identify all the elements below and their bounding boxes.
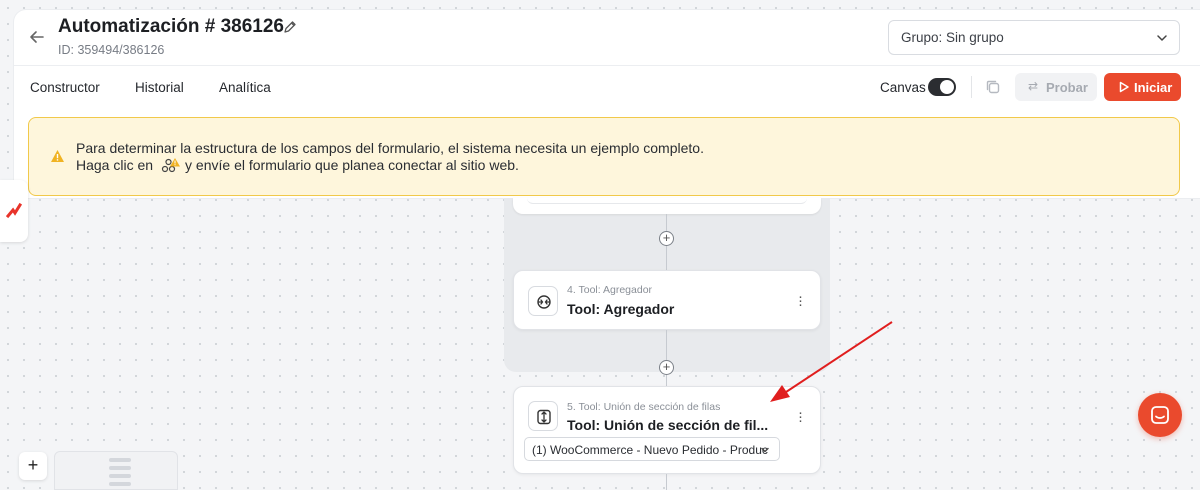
zoom-in-button[interactable]: + (19, 452, 47, 480)
connector-line (666, 474, 667, 490)
toolbar-separator (971, 76, 972, 98)
add-step-plus-icon[interactable]: + (659, 360, 674, 375)
group-select-value: Grupo: Sin grupo (901, 30, 1004, 45)
canvas-toggle[interactable] (928, 78, 956, 96)
chat-icon (1151, 406, 1169, 424)
node-step-label: 4. Tool: Agregador (567, 284, 653, 296)
alert-line-1: Para determinar la estructura de los cam… (76, 140, 704, 156)
tab-historial[interactable]: Historial (135, 80, 184, 95)
source-select[interactable]: (1) WooCommerce - Nuevo Pedido - Produc (524, 437, 780, 461)
alert-line-2-end: y envíe el formulario que planea conecta… (185, 157, 519, 173)
chevron-down-icon (1155, 31, 1169, 45)
chevron-down-icon (759, 444, 771, 459)
node-title: Tool: Unión de sección de fil... (567, 417, 769, 433)
page-title: Automatización # 386126 (58, 16, 284, 37)
form-structure-alert: Para determinar la estructura de los cam… (28, 117, 1180, 196)
copy-icon[interactable] (984, 78, 1002, 96)
annotation-arrow (770, 321, 893, 402)
probar-button[interactable]: ⇄ Probar (1015, 73, 1097, 101)
swap-icon: ⇄ (1028, 79, 1039, 93)
tab-constructor[interactable]: Constructor (30, 80, 100, 95)
back-arrow-icon[interactable] (28, 28, 46, 46)
canvas-toggle-label: Canvas (880, 80, 926, 95)
row-union-icon (528, 401, 558, 431)
minimap[interactable] (54, 451, 178, 490)
edit-pencil-icon[interactable] (282, 19, 298, 35)
connector-line (666, 330, 667, 386)
warning-icon (50, 149, 65, 163)
header-divider (14, 65, 1200, 66)
node-menu-icon[interactable]: · · · (798, 405, 803, 428)
node-title: Tool: Agregador (567, 301, 675, 317)
node-menu-icon[interactable]: · · · (798, 289, 803, 312)
iniciar-label: Iniciar (1134, 80, 1173, 95)
source-select-value: (1) WooCommerce - Nuevo Pedido - Produc (532, 443, 768, 457)
probar-label: Probar (1046, 80, 1088, 95)
automation-id: ID: 359494/386126 (58, 43, 165, 57)
brand-logo-icon (6, 202, 22, 219)
tab-analitica[interactable]: Analítica (219, 80, 271, 95)
webhook-warning-icon (161, 157, 181, 173)
iniciar-button[interactable]: Iniciar (1104, 73, 1181, 101)
group-select[interactable]: Grupo: Sin grupo (888, 20, 1180, 55)
alert-line-2: Haga clic en y envíe el formulario que pl… (76, 157, 519, 173)
aggregator-icon (528, 286, 558, 316)
side-panel-toggle[interactable] (0, 180, 28, 242)
play-icon (1119, 81, 1129, 93)
previous-node-card[interactable] (513, 198, 821, 214)
add-step-plus-icon[interactable]: + (659, 231, 674, 246)
node-step-label: 5. Tool: Unión de sección de filas (567, 401, 721, 413)
alert-line-2-start: Haga clic en (76, 157, 154, 173)
chat-support-button[interactable] (1138, 393, 1182, 437)
